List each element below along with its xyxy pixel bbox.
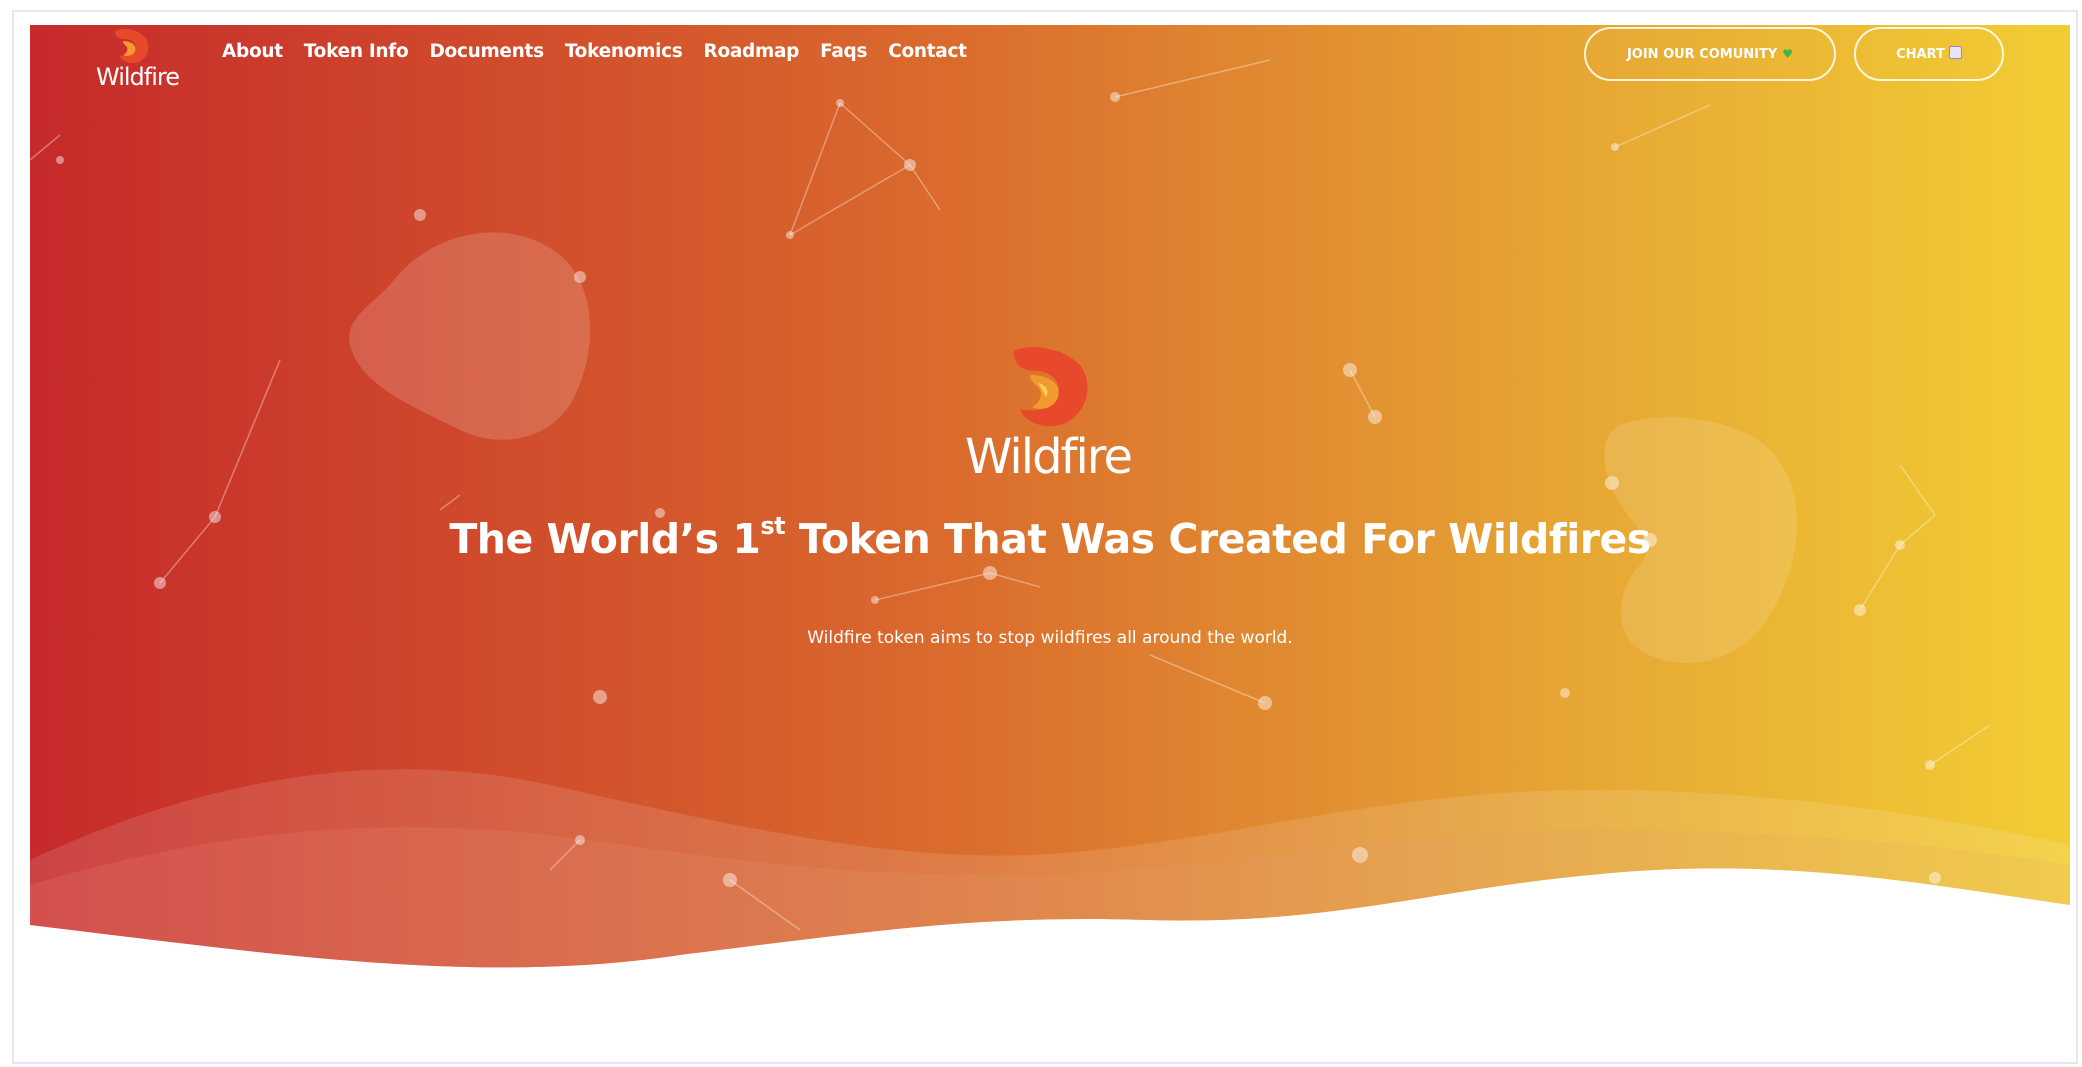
menu-item-documents: Documents: [429, 41, 544, 62]
hero-title-sup: st: [760, 512, 786, 541]
menu-link-roadmap[interactable]: Roadmap: [704, 41, 800, 62]
brand-name: Wildfire: [96, 63, 180, 91]
menu-link-token-info[interactable]: Token Info: [304, 41, 409, 62]
flame-logo-large-icon: [1014, 347, 1088, 427]
chart-label: CHART: [1896, 46, 1945, 62]
join-community-button[interactable]: JOIN OUR COMUNITY ♥: [1584, 27, 1836, 81]
menu-link-contact[interactable]: Contact: [888, 41, 967, 62]
menu-item-faqs: Faqs: [820, 41, 867, 62]
hero-subtitle: Wildfire token aims to stop wildfires al…: [807, 628, 1293, 648]
chart-icon: [1948, 45, 1962, 59]
brand-logo[interactable]: Wildfire: [96, 27, 180, 99]
hero-section: Wildfire About Token Info Documents Toke…: [30, 25, 2070, 1005]
menu-link-faqs[interactable]: Faqs: [820, 41, 867, 62]
heart-icon: ♥: [1782, 47, 1794, 61]
hero-logo: Wildfire: [948, 343, 1148, 485]
flame-logo-icon: [115, 29, 149, 64]
hero-title-pre: The World’s 1: [449, 515, 761, 563]
hero-title-post: Token That Was Created For Wildfires: [785, 515, 1651, 563]
menu-link-about[interactable]: About: [222, 41, 283, 62]
menu-item-token-info: Token Info: [304, 41, 409, 62]
chart-button[interactable]: CHART: [1854, 27, 2004, 81]
hero-brand-name: Wildfire: [965, 429, 1133, 485]
menu-item-tokenomics: Tokenomics: [565, 41, 683, 62]
menu-item-contact: Contact: [888, 41, 967, 62]
menu-link-tokenomics[interactable]: Tokenomics: [565, 41, 683, 62]
menu-link-documents[interactable]: Documents: [429, 41, 544, 62]
hero-title: The World’s 1st Token That Was Created F…: [30, 512, 2070, 563]
menu-item-roadmap: Roadmap: [704, 41, 800, 62]
join-community-label: JOIN OUR COMUNITY: [1626, 46, 1778, 62]
main-menu: About Token Info Documents Tokenomics Ro…: [222, 41, 967, 62]
top-nav: Wildfire About Token Info Documents Toke…: [30, 25, 2070, 105]
menu-item-about: About: [222, 41, 283, 62]
